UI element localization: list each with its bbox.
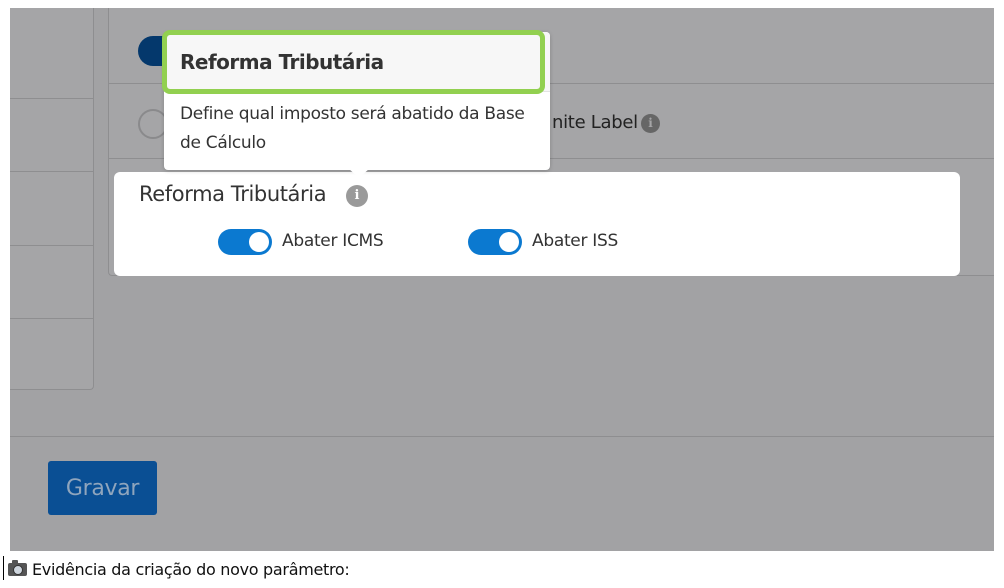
camera-icon [8,560,27,576]
caption-text: Evidência da criação do novo parâmetro: [32,560,350,579]
white-label-option: nite Label [552,112,638,133]
tooltip-arrow [348,168,370,178]
caption-marker [3,556,4,580]
panel-title: Reforma Tributária [139,182,327,206]
sidebar-divider [10,318,94,319]
footer-divider [10,436,994,437]
info-icon[interactable]: i [346,185,368,207]
sidebar-divider [10,171,94,172]
sidebar-divider [10,245,94,246]
tooltip-body: Define qual imposto será abatido da Base… [180,104,525,153]
sidebar-divider [10,98,94,99]
abater-iss-label: Abater ISS [532,231,618,251]
left-sidebar-panel [10,8,94,390]
toggle-knob [499,232,519,252]
tax-reform-panel: Reforma Tributária i Abater ICMS Abater … [114,172,960,276]
abater-icms-label: Abater ICMS [282,231,384,251]
tooltip-popover: Reforma Tributária Define qual imposto s… [162,30,550,178]
save-button[interactable]: Gravar [48,461,157,515]
highlight-frame [162,30,545,94]
abater-iss-toggle[interactable] [468,229,522,255]
abater-icms-toggle[interactable] [218,229,272,255]
toggle-knob [249,232,269,252]
info-icon[interactable]: i [641,114,660,133]
